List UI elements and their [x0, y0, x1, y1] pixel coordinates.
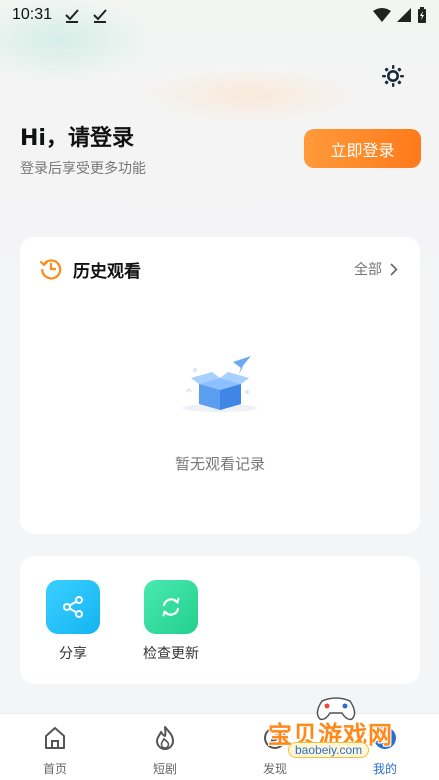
tab-short-drama-label: 短剧: [152, 762, 177, 776]
tab-home-label: 首页: [42, 762, 67, 776]
home-icon: [45, 727, 65, 749]
settings-button[interactable]: [380, 63, 406, 89]
signal-icon: [397, 8, 411, 22]
refresh-icon: [144, 580, 198, 634]
tab-home[interactable]: 首页: [20, 724, 90, 777]
gear-icon: [382, 65, 404, 87]
notification-icons: [64, 7, 108, 23]
wifi-icon: [373, 8, 391, 22]
check-icon: [93, 9, 107, 23]
tools-card: 分享 检查更新: [20, 556, 420, 684]
login-button[interactable]: 立即登录: [304, 129, 421, 168]
share-tool[interactable]: 分享: [33, 580, 113, 663]
watermark-url: baobeiy.com: [288, 742, 370, 758]
flame-icon: [156, 726, 174, 750]
update-label: 检查更新: [143, 646, 199, 662]
update-tool[interactable]: 检查更新: [131, 580, 211, 663]
empty-box-icon: [182, 356, 258, 412]
history-all-label: 全部: [354, 262, 382, 278]
status-bar: 10:31: [0, 0, 439, 30]
share-label: 分享: [59, 646, 87, 662]
login-subtitle: 登录后享受更多功能: [20, 161, 146, 177]
history-title: 历史观看: [73, 262, 141, 282]
tab-short-drama[interactable]: 短剧: [130, 724, 200, 777]
share-icon: [46, 580, 100, 634]
status-time: 10:31: [12, 6, 53, 23]
check-icon: [65, 9, 79, 23]
login-title[interactable]: Hi，请登录: [20, 120, 134, 152]
history-all-link[interactable]: 全部: [354, 259, 398, 279]
status-indicators: [373, 7, 427, 23]
history-card: 历史观看 全部 暂无观看记录: [20, 237, 420, 534]
empty-text: 暂无观看记录: [174, 455, 265, 473]
history-clock-icon: [40, 259, 62, 280]
chevron-right-icon: [390, 262, 398, 276]
watermark: 宝贝游戏网 baobeiy.com: [258, 695, 408, 775]
battery-icon: [418, 7, 426, 23]
